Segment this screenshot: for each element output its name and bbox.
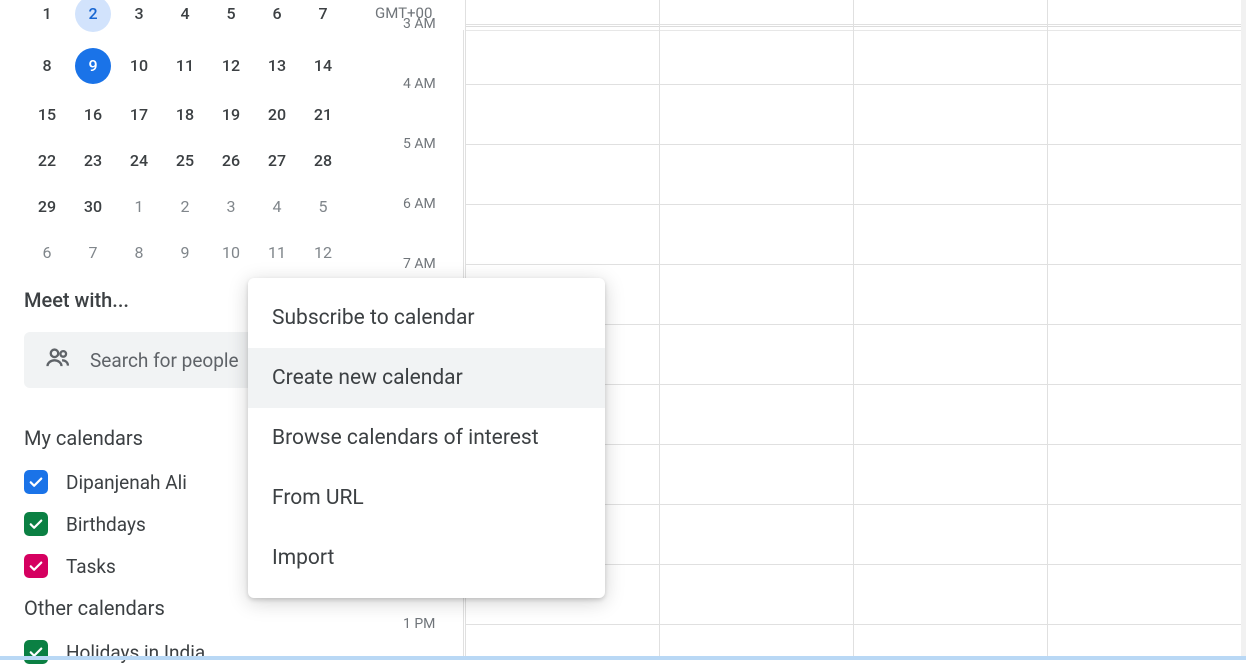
mini-calendar-day[interactable]: 22 xyxy=(27,146,67,176)
mini-calendar-day[interactable]: 4 xyxy=(165,0,205,29)
hour-label: 7 AM xyxy=(403,256,436,272)
mini-calendar-day[interactable]: 10 xyxy=(211,238,251,268)
mini-calendar-day[interactable]: 26 xyxy=(211,146,251,176)
mini-calendar-day[interactable]: 14 xyxy=(303,51,343,81)
calendar-name: Birthdays xyxy=(66,513,146,536)
hour-label: 4 AM xyxy=(403,76,436,92)
mini-calendar-day[interactable]: 27 xyxy=(257,146,297,176)
mini-calendar-day[interactable]: 3 xyxy=(211,192,251,222)
mini-calendar-day[interactable]: 28 xyxy=(303,146,343,176)
mini-calendar-day[interactable]: 10 xyxy=(119,51,159,81)
menu-item[interactable]: Browse calendars of interest xyxy=(248,408,605,468)
menu-item[interactable]: Create new calendar xyxy=(248,348,605,408)
mini-calendar-day[interactable]: 7 xyxy=(73,238,113,268)
mini-calendar-day[interactable]: 3 xyxy=(119,0,159,29)
calendar-name: Tasks xyxy=(66,555,116,578)
menu-item[interactable]: Import xyxy=(248,528,605,588)
mini-calendar-day[interactable]: 29 xyxy=(27,192,67,222)
mini-calendar-day[interactable]: 25 xyxy=(165,146,205,176)
scrollbar[interactable] xyxy=(1241,0,1246,656)
menu-item[interactable]: Subscribe to calendar xyxy=(248,288,605,348)
mini-calendar-day[interactable]: 12 xyxy=(303,238,343,268)
mini-calendar-day[interactable]: 13 xyxy=(257,51,297,81)
mini-calendar-day[interactable]: 11 xyxy=(165,51,205,81)
mini-calendar-day[interactable]: 5 xyxy=(211,0,251,29)
search-people-placeholder: Search for people xyxy=(90,349,239,372)
mini-calendar-day[interactable]: 24 xyxy=(119,146,159,176)
mini-calendar-day[interactable]: 8 xyxy=(119,238,159,268)
bottom-stripe xyxy=(0,656,1246,660)
hour-label: 5 AM xyxy=(403,136,436,152)
grid-column xyxy=(853,0,854,660)
mini-calendar-day[interactable]: 6 xyxy=(27,238,67,268)
calendar-checkbox[interactable] xyxy=(24,470,48,494)
mini-calendar-day[interactable]: 30 xyxy=(73,192,113,222)
other-calendars-title[interactable]: Other calendars xyxy=(24,596,334,620)
mini-calendar-day[interactable]: 11 xyxy=(257,238,297,268)
mini-calendar-day[interactable]: 5 xyxy=(303,192,343,222)
calendar-checkbox[interactable] xyxy=(24,640,48,664)
grid-column xyxy=(1047,0,1048,660)
other-calendars-list: Holidays in India xyxy=(24,640,334,664)
mini-calendar-day[interactable]: 21 xyxy=(303,100,343,130)
mini-calendar: 1234567891011121314151617181920212223242… xyxy=(24,0,334,268)
calendar-checkbox[interactable] xyxy=(24,512,48,536)
mini-calendar-day[interactable]: 16 xyxy=(73,100,113,130)
calendar-name: Dipanjenah Ali xyxy=(66,471,187,494)
mini-calendar-day[interactable]: 1 xyxy=(119,192,159,222)
mini-calendar-day[interactable]: 20 xyxy=(257,100,297,130)
mini-calendar-day[interactable]: 9 xyxy=(165,238,205,268)
mini-calendar-day[interactable]: 2 xyxy=(165,192,205,222)
calendar-item[interactable]: Holidays in India xyxy=(24,640,334,664)
hour-label: 3 AM xyxy=(403,16,436,32)
mini-calendar-day[interactable]: 9 xyxy=(75,48,111,84)
calendar-name: Holidays in India xyxy=(66,641,205,664)
mini-calendar-day[interactable]: 7 xyxy=(303,0,343,29)
mini-calendar-day[interactable]: 23 xyxy=(73,146,113,176)
mini-calendar-day[interactable]: 8 xyxy=(27,51,67,81)
mini-calendar-day[interactable]: 2 xyxy=(75,0,111,32)
people-icon xyxy=(44,344,72,376)
grid-column xyxy=(659,0,660,660)
mini-calendar-day[interactable]: 4 xyxy=(257,192,297,222)
mini-calendar-day[interactable]: 12 xyxy=(211,51,251,81)
menu-item[interactable]: From URL xyxy=(248,468,605,528)
add-calendar-menu: Subscribe to calendarCreate new calendar… xyxy=(248,278,605,598)
hour-label: 6 AM xyxy=(403,196,436,212)
calendar-checkbox[interactable] xyxy=(24,554,48,578)
hour-label: 1 PM xyxy=(403,616,435,632)
mini-calendar-day[interactable]: 19 xyxy=(211,100,251,130)
mini-calendar-day[interactable]: 18 xyxy=(165,100,205,130)
mini-calendar-day[interactable]: 15 xyxy=(27,100,67,130)
mini-calendar-day[interactable]: 17 xyxy=(119,100,159,130)
mini-calendar-day[interactable]: 1 xyxy=(27,0,67,29)
mini-calendar-day[interactable]: 6 xyxy=(257,0,297,29)
